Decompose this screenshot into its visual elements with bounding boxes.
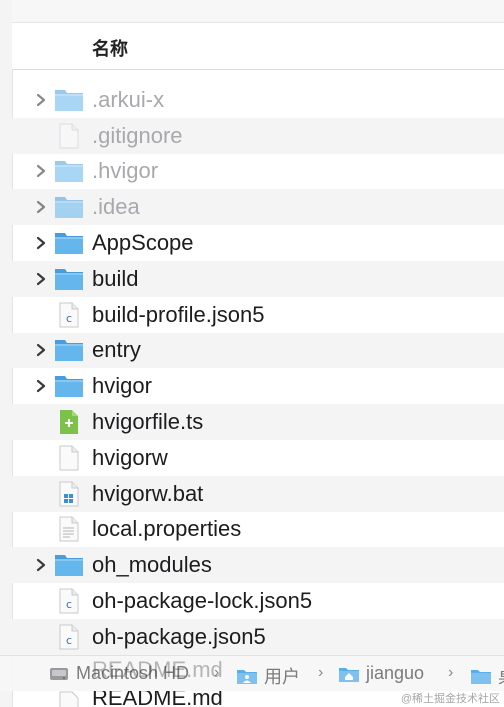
list-item-folder[interactable]: entry <box>12 332 504 369</box>
file-label: oh-package-lock.json5 <box>92 588 313 614</box>
folder-icon <box>54 157 84 185</box>
list-header: 名称 <box>12 22 504 70</box>
chevron-right-icon[interactable] <box>34 272 48 286</box>
toolbar-strip <box>12 0 504 22</box>
list-item-file[interactable]: hvigorfile.ts <box>12 404 504 440</box>
list-item-folder[interactable]: AppScope <box>12 225 504 261</box>
list-item-folder[interactable]: build <box>12 260 504 297</box>
home-folder-icon <box>338 664 360 684</box>
file-label: README.md <box>92 691 223 707</box>
path-bar: Macintosh HD › 用户 › jianguo › <box>0 655 504 691</box>
chevron-right-icon[interactable] <box>34 236 48 250</box>
file-label: hvigor <box>92 373 152 399</box>
file-label: entry <box>92 337 141 363</box>
drag-ghost-label: README.md <box>92 657 223 682</box>
list-item-folder[interactable]: .hvigor <box>12 154 504 190</box>
list-item-file[interactable]: c build-profile.json5 <box>12 297 504 333</box>
list-item-file[interactable]: c oh-package-lock.json5 <box>12 583 504 619</box>
path-segment-label: 用户 <box>264 667 300 687</box>
file-label: oh-package.json5 <box>92 623 266 649</box>
folder-icon <box>54 265 84 293</box>
c-file-icon: c <box>54 587 84 615</box>
file-label: oh_modules <box>92 552 212 578</box>
file-label: hvigorw <box>92 444 168 470</box>
chevron-right-icon[interactable] <box>34 93 48 107</box>
file-label: hvigorfile.ts <box>92 409 204 435</box>
folder-icon <box>470 666 492 686</box>
folder-icon <box>54 229 84 257</box>
chevron-right-icon[interactable] <box>34 164 48 178</box>
svg-text:c: c <box>66 598 72 611</box>
watermark: @稀土掘金技术社区 <box>400 693 500 705</box>
file-label: .arkui-x <box>92 86 165 112</box>
path-separator: › <box>448 664 454 681</box>
text-file-icon <box>54 515 84 543</box>
folder-icon <box>54 86 84 114</box>
list-item-folder[interactable]: .idea <box>12 189 504 226</box>
list-item-file[interactable]: hvigorw.bat <box>12 475 504 512</box>
file-label: .hvigor <box>92 158 159 184</box>
path-segment-label: 桌 <box>498 663 504 689</box>
chevron-right-icon[interactable] <box>34 379 48 393</box>
list-item-file[interactable]: c oh-package.json5 <box>12 618 504 655</box>
file-list: .arkui-x .gitignore .hvigor .idea AppScope bu… <box>12 82 504 655</box>
path-segment-desktop[interactable]: 桌 <box>470 663 504 689</box>
blank-file-icon <box>54 444 84 472</box>
folder-icon <box>54 193 84 221</box>
path-separator: › <box>318 664 324 681</box>
disk-icon <box>48 664 70 684</box>
svg-text:c: c <box>66 312 72 325</box>
file-label: local.properties <box>92 516 242 542</box>
list-item-folder[interactable]: .arkui-x <box>12 82 504 118</box>
chevron-right-icon[interactable] <box>34 558 48 572</box>
list-item-file[interactable]: hvigorw <box>12 440 504 476</box>
list-item-folder[interactable]: hvigor <box>12 368 504 404</box>
file-label: .gitignore <box>92 122 183 148</box>
file-label: build-profile.json5 <box>92 301 265 327</box>
list-item-folder[interactable]: oh_modules <box>12 547 504 584</box>
list-item-file[interactable]: .gitignore <box>12 117 504 154</box>
list-item-file[interactable]: local.properties <box>12 512 504 548</box>
file-label: hvigorw.bat <box>92 480 204 506</box>
folder-icon <box>54 336 84 364</box>
c-file-icon: c <box>54 301 84 329</box>
blank-file-icon <box>54 122 84 150</box>
blank-file-icon <box>58 691 80 707</box>
bat-file-icon <box>54 480 84 508</box>
file-label: .idea <box>92 194 140 220</box>
path-segment-home[interactable]: jianguo <box>338 663 424 684</box>
folder-icon <box>54 551 84 579</box>
file-label: AppScope <box>92 230 194 256</box>
column-header-name[interactable]: 名称 <box>92 35 128 61</box>
path-segment-users[interactable]: 用户 <box>236 663 300 689</box>
path-segment-label: jianguo <box>366 663 425 683</box>
file-label: build <box>92 265 139 291</box>
chevron-right-icon[interactable] <box>34 200 48 214</box>
folder-icon <box>54 372 84 400</box>
finder-window: 名称 .arkui-x .gitignore .hvigor .idea AppScop… <box>0 0 504 707</box>
users-folder-icon <box>236 666 258 686</box>
ts-file-icon <box>54 408 84 436</box>
chevron-right-icon[interactable] <box>34 343 48 357</box>
c-file-icon: c <box>54 623 84 651</box>
svg-text:c: c <box>66 634 72 647</box>
